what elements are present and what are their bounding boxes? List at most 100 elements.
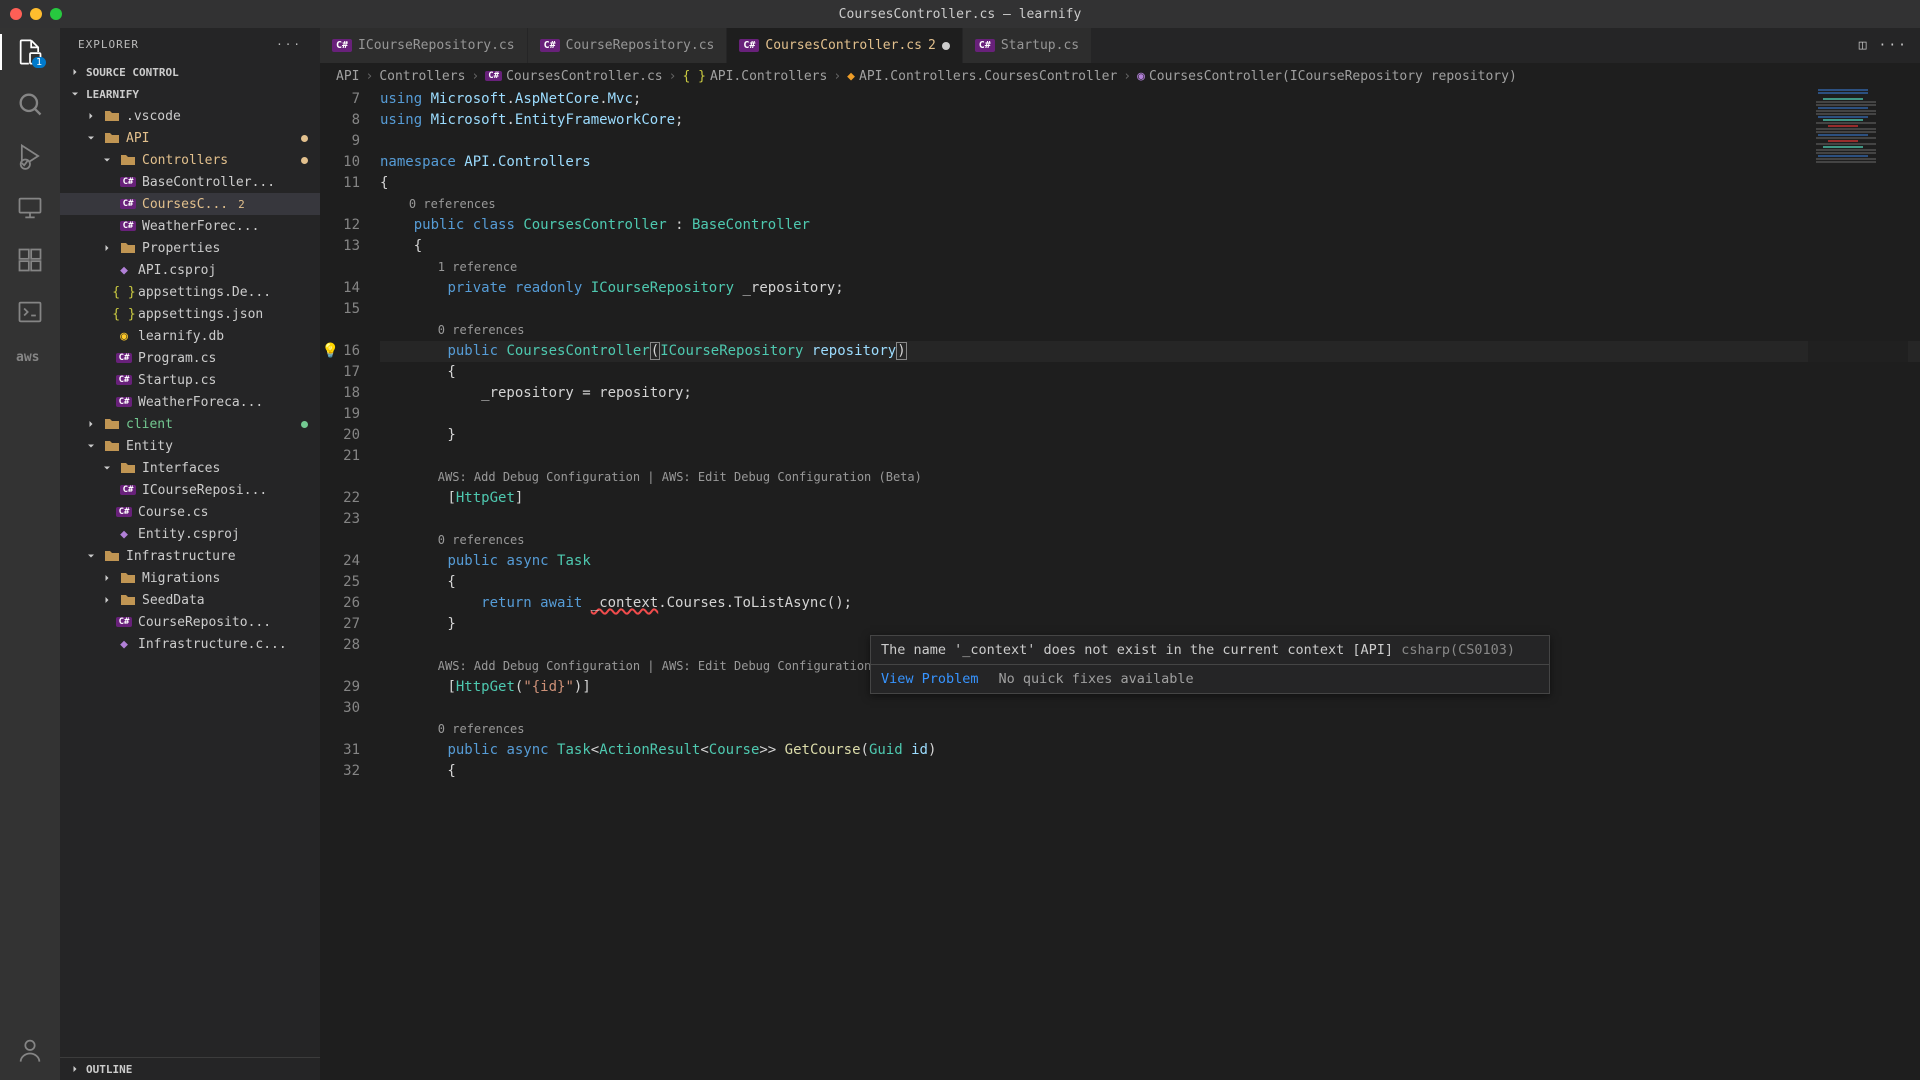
tab-bar: C#ICourseRepository.cs C#CourseRepositor… <box>320 28 1920 63</box>
line-gutter: 7891011 1213 1415 💡161718192021 2223 242… <box>320 89 380 1080</box>
chevron-down-icon <box>68 87 82 101</box>
breadcrumb-part[interactable]: API.Controllers <box>710 69 827 84</box>
code-token: class <box>473 217 515 233</box>
search-icon[interactable] <box>16 90 44 118</box>
split-editor-icon[interactable]: ◫ <box>1859 38 1867 53</box>
code-token: Course <box>709 742 760 758</box>
tree-file-weatherforecast2[interactable]: C#WeatherForeca... <box>60 391 320 413</box>
method-icon: ◉ <box>1137 69 1145 84</box>
vsproj-icon: ◆ <box>116 262 132 278</box>
tree-file-basecontroller[interactable]: C#BaseController... <box>60 171 320 193</box>
code-token: ICourseRepository <box>660 343 803 359</box>
project-section[interactable]: LEARNIFY <box>60 83 320 105</box>
tree-folder-infrastructure[interactable]: Infrastructure <box>60 545 320 567</box>
section-label: SOURCE CONTROL <box>86 66 179 79</box>
breadcrumb-part[interactable]: Controllers <box>379 69 465 84</box>
chevron-right-icon <box>100 571 114 585</box>
tree-file-apicsproj[interactable]: ◆API.csproj <box>60 259 320 281</box>
tab-coursescontroller[interactable]: C#CoursesController.cs2 <box>727 28 962 63</box>
breadcrumb-part[interactable]: CoursesController.cs <box>506 69 663 84</box>
codelens[interactable]: 0 references <box>438 323 525 337</box>
tree-folder-migrations[interactable]: Migrations <box>60 567 320 589</box>
tree-label: BaseController... <box>142 175 275 190</box>
code-editor[interactable]: 7891011 1213 1415 💡161718192021 2223 242… <box>320 89 1920 1080</box>
file-tree: .vscode API Controllers C#BaseController… <box>60 105 320 1057</box>
breadcrumb[interactable]: API› Controllers› C# CoursesController.c… <box>320 63 1920 89</box>
tree-file-program[interactable]: C#Program.cs <box>60 347 320 369</box>
source-control-section[interactable]: SOURCE CONTROL <box>60 61 320 83</box>
hover-actions: View Problem No quick fixes available <box>871 665 1549 693</box>
outline-section[interactable]: OUTLINE <box>60 1057 320 1080</box>
folder-icon <box>120 152 136 168</box>
modified-dot-icon <box>301 135 308 142</box>
tab-courserepo[interactable]: C#CourseRepository.cs <box>528 28 728 63</box>
debug-icon[interactable] <box>16 142 44 170</box>
code-token: await <box>540 595 582 611</box>
tree-folder-interfaces[interactable]: Interfaces <box>60 457 320 479</box>
tree-folder-client[interactable]: client <box>60 413 320 435</box>
tree-file-course[interactable]: C#Course.cs <box>60 501 320 523</box>
terminal-icon[interactable] <box>16 298 44 326</box>
tree-folder-api[interactable]: API <box>60 127 320 149</box>
codelens-aws[interactable]: AWS: Add Debug Configuration | AWS: Edit… <box>438 659 922 673</box>
tree-file-infracsproj[interactable]: ◆Infrastructure.c... <box>60 633 320 655</box>
hover-message: The name '_context' does not exist in th… <box>871 636 1549 665</box>
more-icon[interactable]: ··· <box>1879 38 1908 53</box>
code-token: _repository; <box>743 280 844 296</box>
explorer-icon[interactable]: 1 <box>16 38 44 66</box>
lightbulb-icon[interactable]: 💡 <box>322 343 339 359</box>
tree-file-startup[interactable]: C#Startup.cs <box>60 369 320 391</box>
tree-folder-entity[interactable]: Entity <box>60 435 320 457</box>
tree-label: Infrastructure <box>126 549 236 564</box>
breadcrumb-part[interactable]: API <box>336 69 359 84</box>
tree-label: Program.cs <box>138 351 216 366</box>
tree-file-coursereposito[interactable]: C#CourseReposito... <box>60 611 320 633</box>
codelens-aws[interactable]: AWS: Add Debug Configuration | AWS: Edit… <box>438 470 922 484</box>
extensions-icon[interactable] <box>16 246 44 274</box>
account-icon[interactable] <box>16 1036 44 1064</box>
tree-folder-controllers[interactable]: Controllers <box>60 149 320 171</box>
tree-file-appsettings[interactable]: { }appsettings.json <box>60 303 320 325</box>
remote-icon[interactable] <box>16 194 44 222</box>
database-icon: ◉ <box>116 328 132 344</box>
tree-file-appsettings-dev[interactable]: { }appsettings.De... <box>60 281 320 303</box>
breadcrumb-part[interactable]: CoursesController(ICourseRepository repo… <box>1149 69 1517 84</box>
titlebar: CoursesController.cs — learnify <box>0 0 1920 28</box>
code-token: CoursesController <box>523 217 666 233</box>
minimize-window-icon[interactable] <box>30 8 42 20</box>
csharp-file-icon: C# <box>120 482 136 498</box>
view-problem-link[interactable]: View Problem <box>881 671 979 687</box>
codelens[interactable]: 0 references <box>438 533 525 547</box>
tab-startup[interactable]: C#Startup.cs <box>963 28 1092 63</box>
tree-folder-properties[interactable]: Properties <box>60 237 320 259</box>
tree-folder-vscode[interactable]: .vscode <box>60 105 320 127</box>
breadcrumb-part[interactable]: API.Controllers.CoursesController <box>859 69 1117 84</box>
editor-area: C#ICourseRepository.cs C#CourseRepositor… <box>320 28 1920 1080</box>
tree-file-coursescontroller[interactable]: C#CoursesC...2 <box>60 193 320 215</box>
codelens[interactable]: 0 references <box>438 722 525 736</box>
close-window-icon[interactable] <box>10 8 22 20</box>
tree-file-icourserepo[interactable]: C#ICourseReposi... <box>60 479 320 501</box>
tree-label: SeedData <box>142 593 205 608</box>
traffic-lights <box>10 8 62 20</box>
codelens[interactable]: 0 references <box>409 197 496 211</box>
tree-label: CoursesC... <box>142 197 228 212</box>
code-token: readonly <box>515 280 582 296</box>
tree-file-entitycsproj[interactable]: ◆Entity.csproj <box>60 523 320 545</box>
codelens[interactable]: 1 reference <box>438 260 517 274</box>
tree-file-weatherforecast[interactable]: C#WeatherForec... <box>60 215 320 237</box>
more-icon[interactable]: ··· <box>276 38 302 51</box>
tree-file-learnifydb[interactable]: ◉learnify.db <box>60 325 320 347</box>
code-content[interactable]: using Microsoft.AspNetCore.Mvc; using Mi… <box>380 89 1920 1080</box>
folder-icon <box>120 240 136 256</box>
aws-icon[interactable]: aws <box>16 350 44 378</box>
maximize-window-icon[interactable] <box>50 8 62 20</box>
minimap[interactable] <box>1808 89 1908 1080</box>
folder-icon <box>104 108 120 124</box>
code-token: id <box>911 742 928 758</box>
tree-folder-seeddata[interactable]: SeedData <box>60 589 320 611</box>
tree-label: Entity.csproj <box>138 527 240 542</box>
code-token: { <box>380 238 422 254</box>
tab-icourserepo[interactable]: C#ICourseRepository.cs <box>320 28 528 63</box>
code-token: { <box>380 364 456 380</box>
